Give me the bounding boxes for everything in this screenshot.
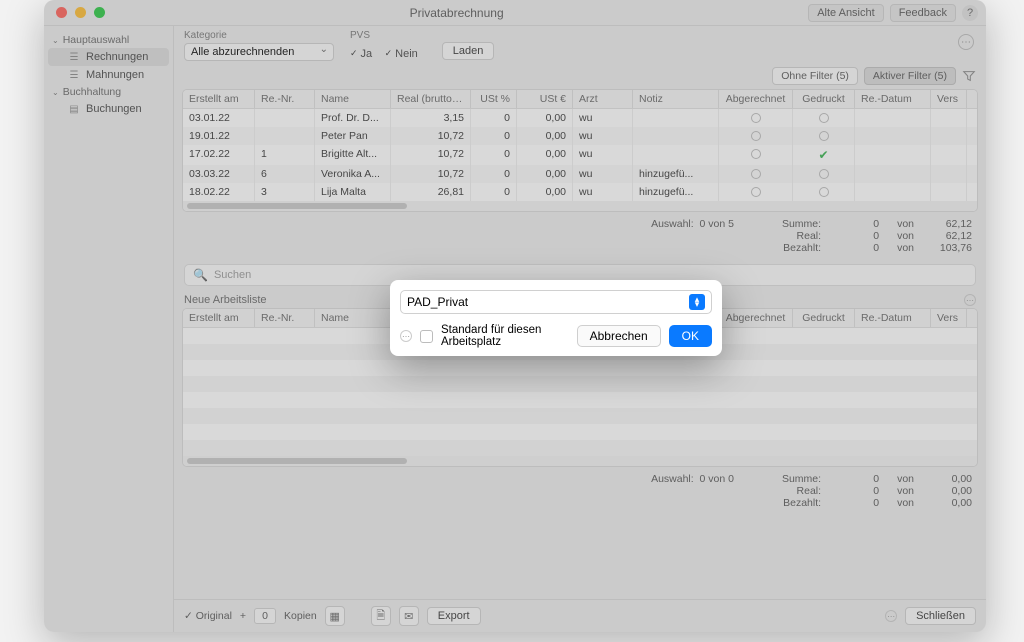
cancel-button[interactable]: Abbrechen [577,325,661,347]
export-modal: PAD_Privat ▴▾ ⋯ Standard für diesen Arbe… [390,280,722,356]
app-window: Privatabrechnung Alte Ansicht Feedback ?… [44,0,986,632]
modal-more-icon[interactable]: ⋯ [400,330,412,342]
default-workplace-checkbox[interactable] [420,330,433,343]
combobox-stepper-icon[interactable]: ▴▾ [689,294,705,310]
ok-button[interactable]: OK [669,325,712,347]
default-workplace-label: Standard für diesen Arbeitsplatz [441,324,569,348]
profile-value: PAD_Privat [407,295,468,309]
profile-combobox[interactable]: PAD_Privat ▴▾ [400,290,712,314]
